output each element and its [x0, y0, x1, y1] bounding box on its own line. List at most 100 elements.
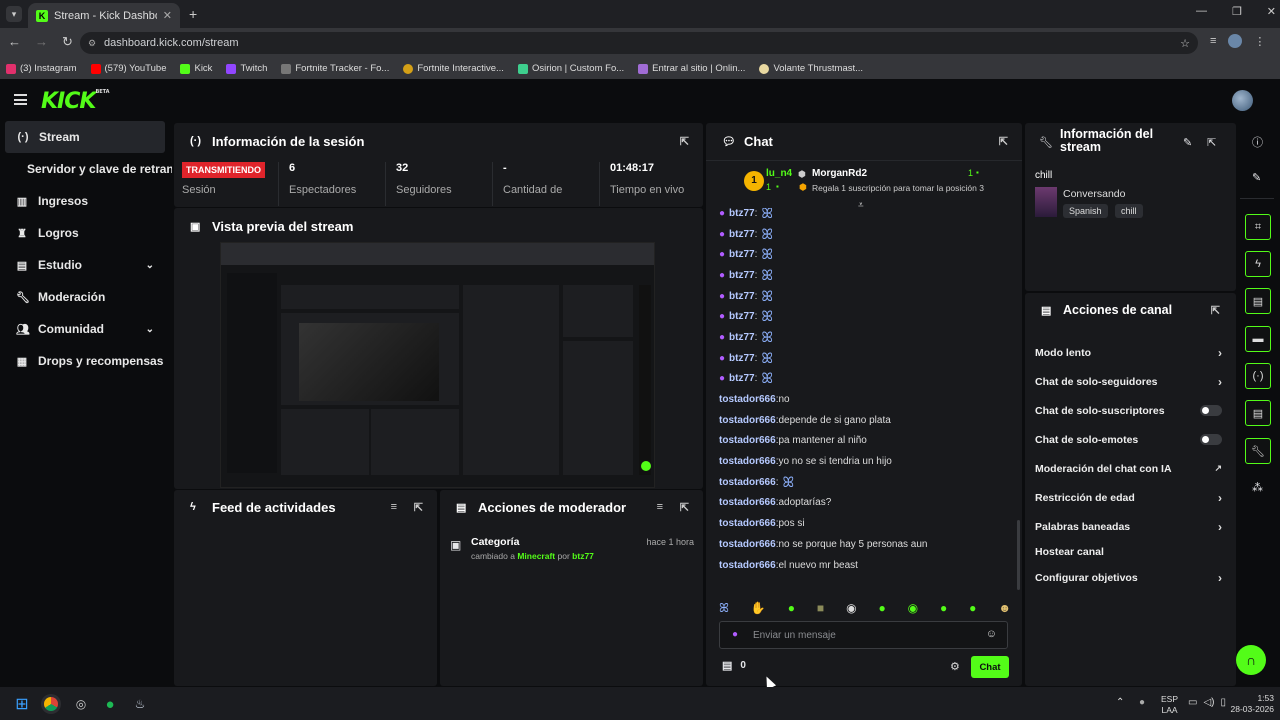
action-host-channel[interactable]: Hostear canal — [1025, 541, 1236, 563]
document-icon[interactable]: ▤ — [1245, 288, 1271, 314]
browser-tab[interactable]: K Stream - Kick Dashboard ✕ — [28, 3, 180, 28]
new-tab-button[interactable]: + — [189, 6, 197, 22]
emote-icon[interactable]: ● — [788, 601, 795, 615]
close-window-icon[interactable]: ✕ — [1267, 5, 1276, 18]
sidebar-item-servidor[interactable]: Servidor y clave de retransmisión — [0, 153, 172, 185]
chat-username[interactable]: btz77 — [729, 373, 755, 384]
tag-chip[interactable]: Spanish — [1063, 204, 1108, 218]
chat-username[interactable]: tostador666 — [719, 477, 776, 488]
chat-settings-icon[interactable]: ⚙ — [950, 660, 960, 673]
volume-icon[interactable]: ◁) — [1203, 697, 1214, 708]
sidebar-item-estudio[interactable]: ▤ Estudio ⌄ — [0, 249, 172, 281]
sidebar-item-comunidad[interactable]: 👥︎ Comunidad ⌄ — [0, 313, 172, 345]
action-emotes-only[interactable]: Chat de solo-emotes — [1025, 425, 1236, 454]
profile-avatar-icon[interactable] — [1228, 34, 1243, 48]
maximize-icon[interactable]: ❐ — [1232, 5, 1242, 18]
edit-layout-icon[interactable]: ✎ — [1252, 171, 1261, 184]
action-slow-mode[interactable]: Modo lento › — [1025, 338, 1236, 367]
chat-username[interactable]: btz77 — [729, 249, 755, 260]
network-icon[interactable]: ▭ — [1188, 697, 1197, 708]
emote-icon[interactable]: ● — [969, 601, 976, 615]
popout-icon[interactable]: ⇱ — [1207, 136, 1216, 149]
chat-username[interactable]: tostador666 — [719, 435, 776, 446]
sidebar-item-logros[interactable]: ♜ Logros — [0, 217, 172, 249]
user-avatar[interactable] — [1232, 90, 1253, 111]
top-user-name[interactable]: MorganRd2 — [812, 168, 867, 179]
back-icon[interactable]: ← — [8, 34, 21, 50]
close-tab-icon[interactable]: ✕ — [163, 9, 172, 22]
forward-icon[interactable]: → — [35, 34, 48, 50]
steam-icon[interactable]: ♨ — [130, 694, 150, 714]
chat-username[interactable]: btz77 — [729, 229, 755, 240]
bookmark-fortnite-tracker[interactable]: Fortnite Tracker - Fo... — [281, 63, 389, 74]
chat-username[interactable]: tostador666 — [719, 497, 776, 508]
bookmark-entrar[interactable]: Entrar al sitio | Onlin... — [638, 63, 745, 74]
emote-icon[interactable]: ● — [940, 601, 947, 615]
emote-icon[interactable]: ☻ — [998, 601, 1011, 615]
emote-icon[interactable]: ■ — [817, 601, 824, 615]
tab-list-button[interactable]: ▾ — [6, 6, 22, 22]
popout-icon[interactable]: ⇱ — [680, 135, 689, 148]
broadcast-icon[interactable]: (·) — [1245, 363, 1271, 389]
minimize-icon[interactable]: — — [1196, 5, 1207, 18]
subscribers-only-toggle[interactable] — [1200, 405, 1222, 416]
chat-username[interactable]: tostador666 — [719, 415, 776, 426]
battery-icon[interactable]: ▯ — [1220, 697, 1226, 708]
bookmark-instagram[interactable]: (3) Instagram — [6, 63, 77, 74]
bookmark-youtube[interactable]: (579) YouTube — [90, 63, 166, 74]
bookmark-volante[interactable]: Volante Thrustmast... — [759, 63, 863, 74]
bookmark-twitch[interactable]: Twitch — [226, 63, 267, 74]
connections-icon[interactable]: ⁂ — [1252, 481, 1263, 494]
popout-icon[interactable]: ⇱ — [999, 135, 1008, 148]
chat-username[interactable]: btz77 — [729, 311, 755, 322]
chat-username[interactable]: btz77 — [729, 291, 755, 302]
support-button[interactable]: ∩ — [1236, 645, 1266, 675]
sidebar-item-stream[interactable]: (·) Stream — [5, 121, 165, 153]
bookmark-star-icon[interactable]: ☆ — [1180, 37, 1190, 50]
sidebar-item-ingresos[interactable]: ▥ Ingresos — [0, 185, 172, 217]
category-link[interactable]: Minecraft — [517, 551, 555, 561]
chat-icon[interactable]: ▬ — [1245, 326, 1271, 352]
chat-username[interactable]: tostador666 — [719, 394, 776, 405]
emote-icon[interactable]: ✋ — [751, 601, 766, 615]
bookmark-kick[interactable]: Kick — [180, 63, 212, 74]
wrench-icon[interactable]: 🔧︎ — [1245, 438, 1271, 464]
bolt-icon[interactable]: ϟ — [1245, 251, 1271, 277]
url-bar[interactable]: ⚙ dashboard.kick.com/stream ☆ — [80, 32, 1198, 54]
points-display[interactable]: ▤ 0 — [722, 659, 746, 672]
emoji-icon[interactable]: ☺ — [986, 628, 997, 640]
emote-icon[interactable]: ꕤ — [719, 601, 729, 616]
chat-username[interactable]: btz77 — [729, 270, 755, 281]
popout-icon[interactable]: ⇱ — [680, 501, 689, 514]
media-icon[interactable]: ≡ — [1210, 35, 1216, 47]
emote-icon[interactable]: ● — [878, 601, 885, 615]
clock[interactable]: 1:53 28-03-2026 — [1228, 693, 1274, 715]
emotes-only-toggle[interactable] — [1200, 434, 1222, 445]
filter-icon[interactable]: ≡ — [391, 501, 397, 513]
sidebar-item-moderacion[interactable]: 🔧︎ Moderación — [0, 281, 172, 313]
screenshot-icon[interactable]: ⌗ — [1245, 214, 1271, 240]
action-age-restriction[interactable]: Restricción de edad › — [1025, 483, 1236, 512]
bookmark-osirion[interactable]: Osirion | Custom Fo... — [517, 63, 624, 74]
mic-tray-icon[interactable]: ● — [1139, 697, 1145, 708]
sidebar-item-drops[interactable]: ▦ Drops y recompensas — [0, 345, 172, 377]
menu-icon[interactable]: ⋮ — [1254, 35, 1265, 48]
chat-username[interactable]: tostador666 — [719, 518, 776, 529]
filter-icon[interactable]: ≡ — [657, 501, 663, 513]
hamburger-menu-icon[interactable] — [14, 94, 27, 105]
chat-username[interactable]: btz77 — [729, 208, 755, 219]
mod-user-link[interactable]: btz77 — [572, 551, 594, 561]
chat-scrollbar[interactable] — [1017, 520, 1020, 590]
spotify-icon[interactable]: ● — [100, 694, 120, 714]
info-icon[interactable]: ⓘ — [1252, 134, 1263, 150]
action-banned-words[interactable]: Palabras baneadas › — [1025, 512, 1236, 541]
app-icon[interactable]: ◎ — [71, 694, 91, 714]
chat-username[interactable]: btz77 — [729, 353, 755, 364]
chat-username[interactable]: tostador666 — [719, 456, 776, 467]
channel-icon[interactable]: ▤ — [1245, 400, 1271, 426]
leader-name[interactable]: lu_n4 — [766, 168, 792, 179]
chat-username[interactable]: tostador666 — [719, 539, 776, 550]
action-subscribers-only[interactable]: Chat de solo-suscriptores — [1025, 396, 1236, 425]
stream-preview-video[interactable] — [220, 242, 655, 488]
category-name[interactable]: Conversando — [1063, 188, 1125, 200]
